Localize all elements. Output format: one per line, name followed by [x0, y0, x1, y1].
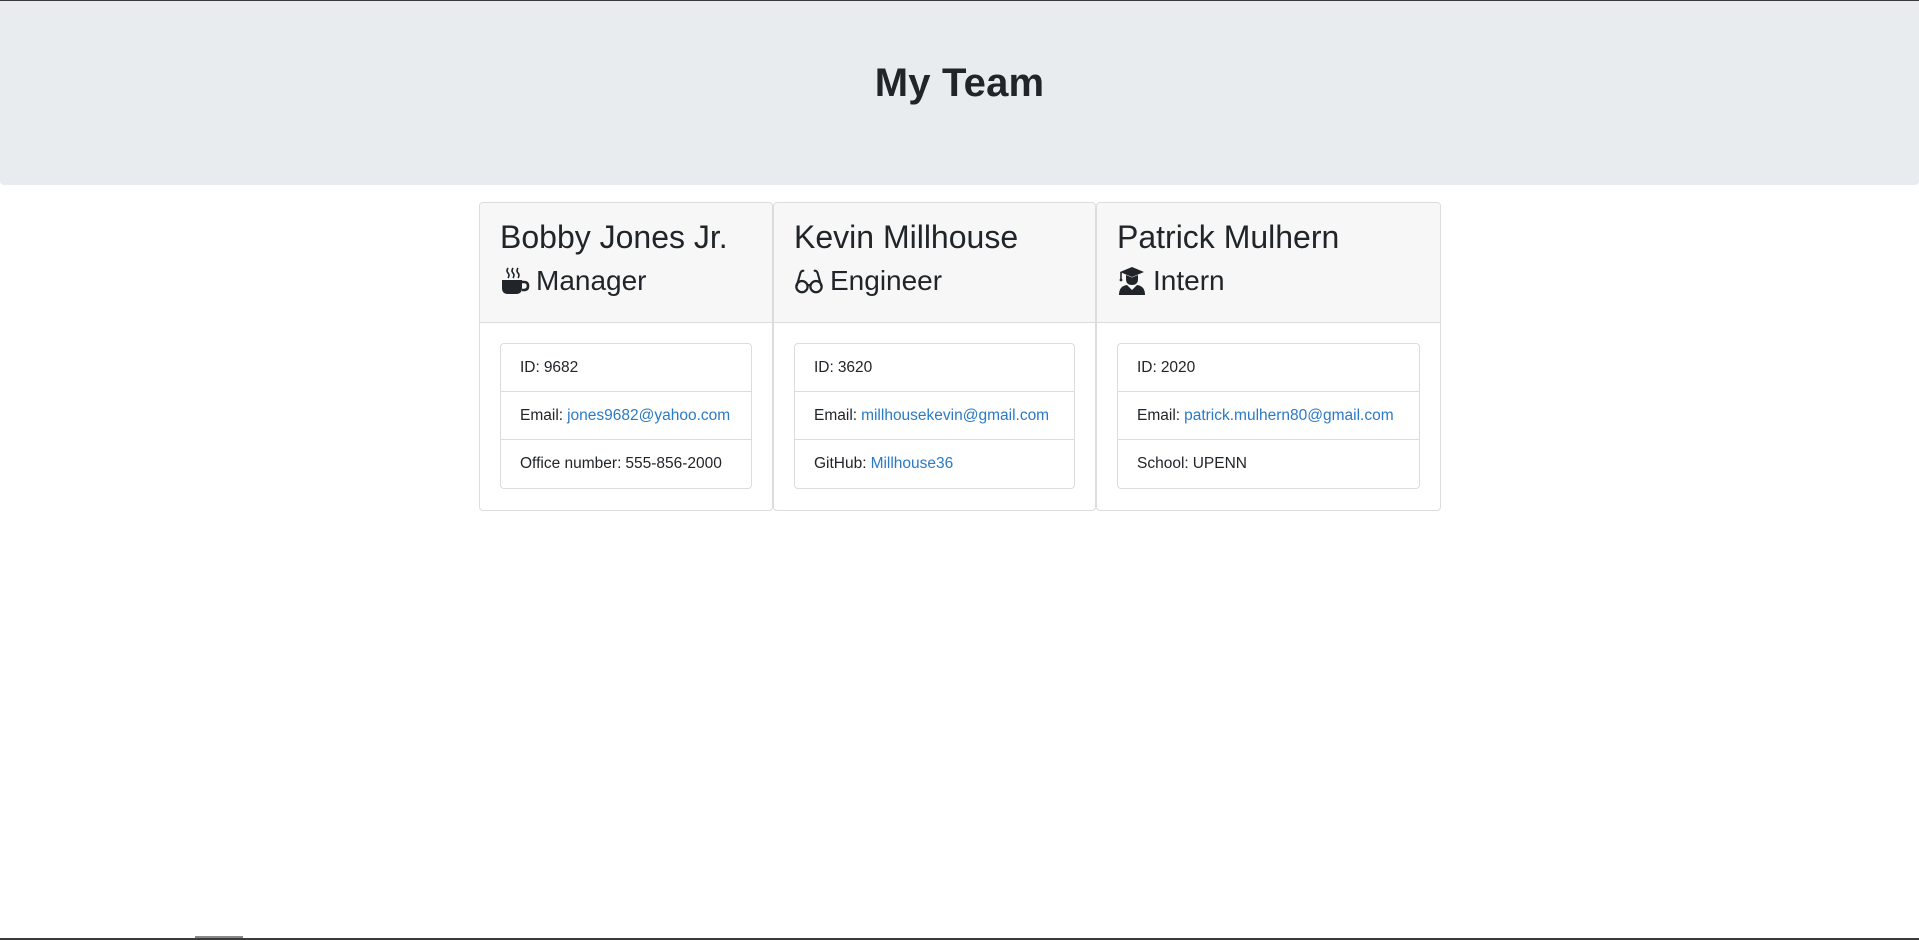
github-row: GitHub: Millhouse36	[795, 440, 1074, 488]
employee-role: Engineer	[794, 261, 1075, 301]
email-row: Email: patrick.mulhern80@gmail.com	[1118, 392, 1419, 440]
card-body: ID: 3620 Email: millhousekevin@gmail.com…	[774, 323, 1095, 509]
employee-role: Manager	[500, 261, 752, 301]
role-label: Engineer	[830, 265, 943, 296]
card-body: ID: 2020 Email: patrick.mulhern80@gmail.…	[1097, 323, 1440, 509]
email-link[interactable]: millhousekevin@gmail.com	[861, 407, 1049, 425]
role-label: Intern	[1153, 265, 1225, 296]
id-value: 2020	[1160, 358, 1196, 376]
employee-card-manager: Bobby Jones Jr. Manager ID: 9682 Email: …	[479, 202, 773, 511]
card-header: Patrick Mulhern Intern	[1097, 203, 1440, 323]
id-row: ID: 3620	[795, 344, 1074, 392]
id-value: 9682	[543, 358, 579, 376]
github-link[interactable]: Millhouse36	[871, 455, 954, 473]
card-header: Kevin Millhouse Engineer	[774, 203, 1095, 323]
details-list: ID: 3620 Email: millhousekevin@gmail.com…	[794, 343, 1075, 489]
employee-name: Bobby Jones Jr.	[500, 219, 728, 255]
employee-role: Intern	[1117, 261, 1420, 301]
employee-name: Patrick Mulhern	[1117, 219, 1340, 255]
school-label: School:	[1137, 455, 1189, 472]
employee-card-engineer: Kevin Millhouse Engineer ID: 3620 Email:…	[773, 202, 1096, 511]
office-number-value: 555-856-2000	[625, 455, 722, 472]
id-row: ID: 9682	[501, 344, 751, 392]
id-row: ID: 2020	[1118, 344, 1419, 392]
graduate-icon	[1117, 266, 1147, 296]
role-label: Manager	[536, 265, 647, 296]
card-header: Bobby Jones Jr. Manager	[480, 203, 772, 323]
email-row: Email: jones9682@yahoo.com	[501, 392, 751, 440]
school-row: School: UPENN	[1118, 440, 1419, 488]
employee-card-intern: Patrick Mulhern Intern ID: 2020 Email: p…	[1096, 202, 1441, 511]
email-row: Email: millhousekevin@gmail.com	[795, 392, 1074, 440]
email-label: Email:	[520, 406, 564, 424]
id-label: ID:	[814, 358, 834, 376]
card-body: ID: 9682 Email: jones9682@yahoo.com Offi…	[480, 323, 772, 509]
email-label: Email:	[1137, 406, 1181, 424]
email-label: Email:	[814, 406, 858, 424]
taskbar-indicator	[195, 936, 243, 938]
id-label: ID:	[1137, 358, 1157, 376]
details-list: ID: 9682 Email: jones9682@yahoo.com Offi…	[500, 343, 752, 489]
email-link[interactable]: jones9682@yahoo.com	[567, 407, 730, 425]
page-header: My Team	[0, 1, 1919, 185]
id-label: ID:	[520, 358, 540, 376]
office-number-row: Office number: 555-856-2000	[501, 440, 751, 488]
glasses-icon	[794, 266, 824, 296]
email-link[interactable]: patrick.mulhern80@gmail.com	[1184, 407, 1394, 425]
page-title: My Team	[874, 60, 1045, 105]
github-label: GitHub:	[814, 455, 867, 472]
page: My Team Bobby Jones Jr. Manager ID: 9682…	[0, 0, 1919, 940]
coffee-icon	[500, 266, 530, 296]
details-list: ID: 2020 Email: patrick.mulhern80@gmail.…	[1117, 343, 1420, 489]
employee-name: Kevin Millhouse	[794, 219, 1019, 255]
office-number-label: Office number:	[520, 455, 622, 472]
school-value: UPENN	[1192, 455, 1247, 472]
id-value: 3620	[837, 358, 873, 376]
